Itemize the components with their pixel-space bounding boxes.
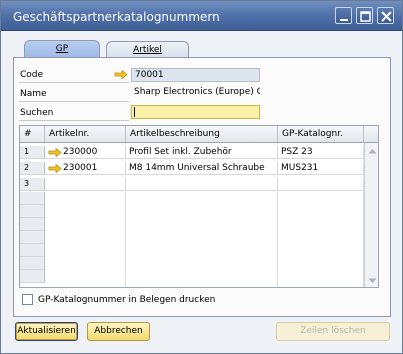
search-divider <box>19 120 129 121</box>
tab-artikel[interactable]: Artikel <box>106 41 189 58</box>
code-field[interactable]: 70001 <box>131 68 260 82</box>
item-description-cell[interactable] <box>126 178 278 191</box>
empty-row <box>20 244 45 257</box>
catalog-number-cell[interactable]: MUS231 <box>278 162 364 175</box>
text-cursor <box>134 107 135 117</box>
tab-gp-label: GP <box>55 44 69 54</box>
dialog-window: Geschäftspartnerkatalognummern GP Artike… <box>0 0 403 354</box>
column-header-filler <box>364 126 378 143</box>
empty-row <box>20 231 45 244</box>
cancel-button[interactable]: Abbrechen <box>87 322 150 341</box>
link-arrow-icon[interactable] <box>114 70 128 79</box>
catalog-number-cell[interactable] <box>278 178 364 191</box>
empty-row <box>20 205 45 218</box>
item-number-cell[interactable] <box>45 178 126 191</box>
close-button[interactable] <box>377 7 394 24</box>
column-divider <box>125 192 126 287</box>
empty-row <box>20 218 45 231</box>
column-header-item-number[interactable]: Artikelnr. <box>45 126 126 143</box>
link-arrow-icon[interactable] <box>48 148 62 157</box>
name-field[interactable]: Sharp Electronics (Europe) G <box>131 86 260 100</box>
maximize-icon <box>360 11 371 22</box>
code-label: Code <box>20 70 44 80</box>
name-divider <box>19 101 129 102</box>
search-label: Suchen <box>20 108 54 118</box>
column-header-number[interactable]: # <box>20 126 45 143</box>
empty-row <box>20 257 45 270</box>
scroll-up-icon[interactable] <box>368 148 377 154</box>
item-description-cell[interactable]: Profil Set inkl. Zubehör <box>126 146 278 159</box>
column-header-item-description[interactable]: Artikelbeschreibung <box>126 126 278 143</box>
minimize-button[interactable] <box>335 7 352 24</box>
item-description-cell[interactable]: M8 14mm Universal Schraube <box>126 162 278 175</box>
tab-artikel-label: Artikel <box>133 45 162 55</box>
scroll-down-icon[interactable] <box>368 278 377 284</box>
minimize-icon <box>340 19 348 21</box>
row-number[interactable]: 2 <box>20 162 45 175</box>
catalog-table: # Artikelnr. Artikelbeschreibung GP-Kata… <box>19 125 379 288</box>
name-label: Name <box>20 89 47 99</box>
window-title: Geschäftspartnerkatalognummern <box>13 10 220 24</box>
vertical-scrollbar[interactable] <box>364 143 378 287</box>
print-catalog-number-checkbox[interactable] <box>22 294 33 305</box>
code-divider <box>19 82 129 83</box>
title-bar[interactable]: Geschäftspartnerkatalognummern <box>1 1 402 31</box>
empty-row <box>20 270 45 283</box>
row-number[interactable]: 1 <box>20 146 45 159</box>
row-number[interactable]: 3 <box>20 178 45 191</box>
maximize-button[interactable] <box>356 7 373 24</box>
tab-gp[interactable]: GP <box>24 40 100 58</box>
catalog-number-cell[interactable]: PSZ 23 <box>278 146 364 159</box>
delete-rows-button[interactable]: Zeilen löschen <box>276 322 390 341</box>
print-catalog-number-label: GP-Katalognummer in Belegen drucken <box>38 295 216 305</box>
search-input[interactable] <box>131 105 260 119</box>
column-header-catalog-number[interactable]: GP-Katalognr. <box>278 126 364 143</box>
close-icon <box>381 11 392 22</box>
link-arrow-icon[interactable] <box>48 164 62 173</box>
update-button[interactable]: Aktualisieren <box>15 322 78 341</box>
column-divider <box>277 192 278 287</box>
empty-row <box>20 192 45 205</box>
